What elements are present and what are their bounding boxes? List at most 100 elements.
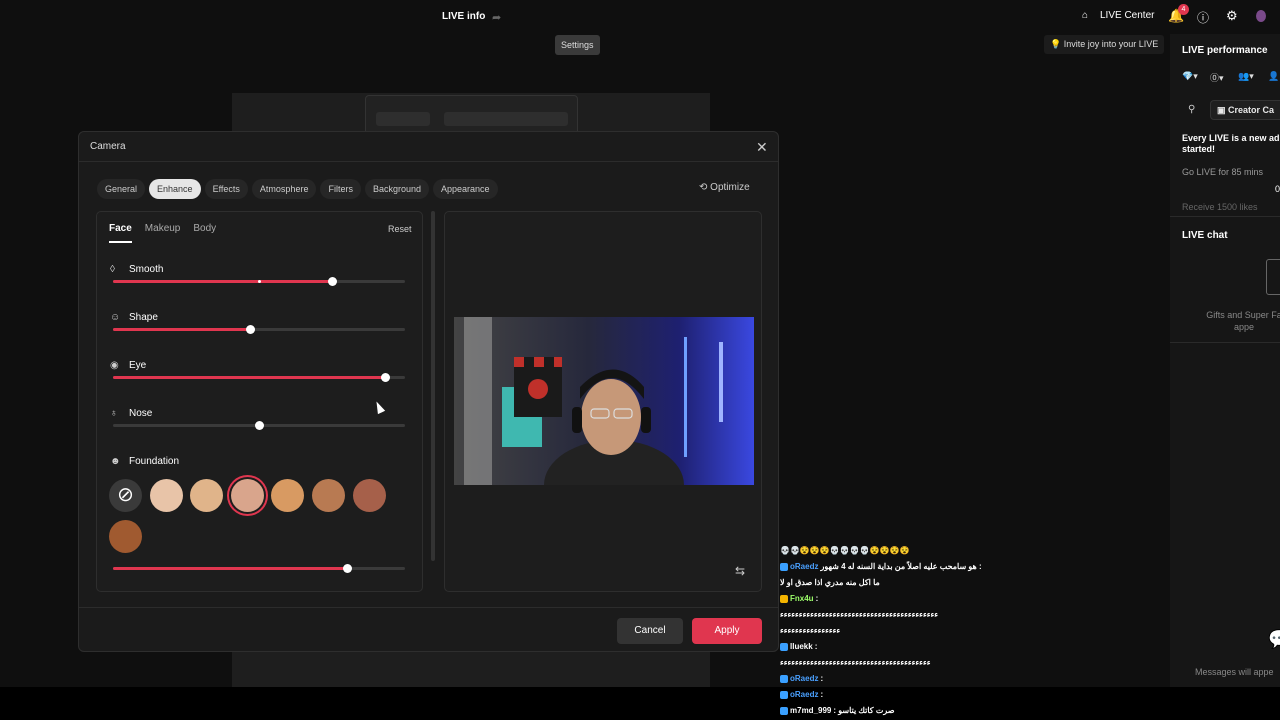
chat-username[interactable]: lluekk xyxy=(790,640,813,654)
viewers-stat-icon[interactable]: 👥▾ xyxy=(1238,71,1254,82)
creator-button[interactable]: ▣ Creator Ca xyxy=(1210,100,1280,120)
smooth-slider[interactable] xyxy=(113,277,405,286)
share-icon[interactable]: ➦ xyxy=(492,11,504,24)
eye-slider[interactable] xyxy=(113,373,405,382)
chat-text: هو سامحب عليه اصلاً من بداية السنه له 4 … xyxy=(820,562,982,571)
optimize-label: Optimize xyxy=(710,182,750,193)
live-center-icon[interactable]: ⌂ xyxy=(1082,10,1088,21)
reset-button[interactable]: Reset xyxy=(388,224,412,234)
chat-username[interactable]: Fnx4u xyxy=(790,592,814,606)
subtab-body[interactable]: Body xyxy=(193,223,216,243)
slider-fill xyxy=(113,280,332,283)
diamond-stat-icon[interactable]: 💎▾ xyxy=(1182,71,1198,82)
param-label: Eye xyxy=(129,360,147,371)
help-icon[interactable]: ⓘ xyxy=(1197,9,1209,26)
tab-enhance[interactable]: Enhance xyxy=(149,179,201,199)
panel-scrollbar[interactable] xyxy=(431,211,435,561)
chat-text: 💀💀😵😵😵💀💀💀💀😵😵😵😵 xyxy=(780,546,910,555)
gifts-empty-text: Gifts and Super Fa appe xyxy=(1206,310,1280,332)
chat-username[interactable]: m7md_999 xyxy=(790,704,831,718)
chat-username[interactable]: oRaedz xyxy=(790,688,818,702)
chat-message: lluekk : xyxy=(780,639,1022,655)
chat-username[interactable]: oRaedz xyxy=(790,560,818,574)
subtab-face[interactable]: Face xyxy=(109,223,132,243)
camera-tabs: General Enhance Effects Atmosphere Filte… xyxy=(97,179,498,199)
avatar[interactable] xyxy=(1256,10,1266,22)
slider-thumb[interactable] xyxy=(380,373,390,382)
chat-message: 💀💀😵😵😵💀💀💀💀😵😵😵😵 xyxy=(780,543,1022,559)
slider-thumb[interactable] xyxy=(328,277,337,286)
go-live-value: 0 xyxy=(1275,184,1280,194)
tab-filters[interactable]: Filters xyxy=(320,179,361,199)
coin-stat-icon[interactable]: ⓪▾ xyxy=(1210,71,1224,84)
live-center-link[interactable]: LIVE Center xyxy=(1100,10,1154,21)
slider-fill xyxy=(113,567,347,570)
cancel-button[interactable]: Cancel xyxy=(617,618,683,644)
gear-icon[interactable]: ⚙ xyxy=(1226,8,1238,24)
chat-message: oRaedz هو سامحب عليه اصلاً من بداية السن… xyxy=(780,559,1022,575)
tab-general[interactable]: General xyxy=(97,179,146,199)
no-foundation-swatch[interactable]: ⊘ xyxy=(109,479,142,512)
nose-icon: ♁ xyxy=(110,408,118,419)
chat-bubble-icon: 💬 xyxy=(1268,629,1280,649)
subtab-makeup[interactable]: Makeup xyxy=(145,223,181,243)
apply-button[interactable]: Apply xyxy=(692,618,762,644)
slider-thumb[interactable] xyxy=(342,564,352,573)
dialog-title: Camera xyxy=(90,141,126,152)
foundation-swatch[interactable] xyxy=(271,479,305,512)
shape-slider[interactable] xyxy=(113,325,405,334)
badge-icon xyxy=(780,643,788,651)
foundation-swatch[interactable] xyxy=(149,479,183,512)
foundation-swatch[interactable] xyxy=(190,479,224,512)
notification-badge: 4 xyxy=(1178,4,1189,15)
flip-camera-icon[interactable]: ⇆ xyxy=(735,564,745,578)
receive-likes-goal: Receive 1500 likes xyxy=(1182,202,1258,212)
tab-appearance[interactable]: Appearance xyxy=(433,179,498,199)
slider-fill xyxy=(113,376,385,379)
chat-message: m7md_999 : صرت كاتك يتاسو xyxy=(780,703,1022,719)
slider-fill xyxy=(113,328,251,331)
slider-default-mark xyxy=(258,280,261,283)
badge-icon xyxy=(780,563,788,571)
chat-message: oRaedz : xyxy=(780,687,1022,703)
chat-message: ﺀﺀﺀﺀﺀﺀﺀﺀﺀﺀﺀﺀﺀﺀﺀﺀﺀﺀﺀﺀﺀﺀﺀﺀﺀﺀﺀﺀﺀﺀﺀﺀﺀﺀﺀﺀﺀﺀﺀﺀ xyxy=(780,655,1022,671)
live-info-title[interactable]: LIVE info xyxy=(442,11,485,22)
tab-effects[interactable]: Effects xyxy=(204,179,248,199)
invite-banner[interactable]: 💡 Invite joy into your LIVE xyxy=(1044,35,1165,54)
optimize-button[interactable]: ⟲ Optimize xyxy=(699,182,750,193)
enhance-subtabs: Face Makeup Body xyxy=(109,223,216,243)
chat-text: ﺀﺀﺀﺀﺀﺀﺀﺀﺀﺀﺀﺀﺀﺀﺀﺀﺀﺀﺀﺀﺀﺀﺀﺀﺀﺀﺀﺀﺀﺀﺀﺀﺀﺀﺀﺀﺀﺀﺀﺀ xyxy=(780,658,931,667)
chat-message: Fnx4u : xyxy=(780,591,1022,607)
followers-stat-icon[interactable]: 👤 xyxy=(1268,71,1279,82)
chat-text: ﺀﺀﺀﺀﺀﺀﺀﺀﺀﺀﺀﺀﺀﺀﺀﺀﺀﺀﺀﺀﺀﺀﺀﺀﺀﺀﺀﺀﺀﺀﺀﺀﺀﺀﺀﺀﺀﺀﺀﺀ… xyxy=(780,610,938,619)
divider xyxy=(1170,342,1280,343)
chat-message: ﺀﺀﺀﺀﺀﺀﺀﺀﺀﺀﺀﺀﺀﺀﺀﺀ xyxy=(780,623,1022,639)
invite-text: Invite joy into your LIVE xyxy=(1063,39,1159,49)
chat-username[interactable]: oRaedz xyxy=(790,672,818,686)
foundation-slider[interactable] xyxy=(113,564,405,573)
param-label: Smooth xyxy=(129,264,164,275)
foundation-swatch[interactable] xyxy=(230,479,264,512)
settings-tooltip: Settings xyxy=(555,35,600,55)
bulb-icon: 💡 xyxy=(1050,39,1062,49)
nose-slider[interactable] xyxy=(113,421,405,430)
slider-thumb[interactable] xyxy=(255,421,264,430)
foundation-swatch[interactable] xyxy=(312,479,345,512)
slider-thumb[interactable] xyxy=(246,325,256,334)
gift-box-icon xyxy=(1266,259,1280,295)
camera-video xyxy=(454,317,754,485)
divider xyxy=(1170,216,1280,217)
close-icon[interactable]: ✕ xyxy=(756,139,768,156)
tab-background[interactable]: Background xyxy=(364,179,429,199)
tab-atmosphere[interactable]: Atmosphere xyxy=(251,179,317,199)
user-add-icon[interactable]: ⚲ xyxy=(1188,104,1195,115)
chat-text: : xyxy=(820,690,824,699)
badge-icon xyxy=(780,595,788,603)
chat-message: ما اكل منه مدري اذا صدق او لا xyxy=(780,575,1022,591)
foundation-swatch[interactable] xyxy=(352,479,386,512)
stage-placeholder-card xyxy=(365,95,578,135)
foundation-swatch[interactable] xyxy=(109,520,142,553)
chat-message: ﺀﺀﺀﺀﺀﺀﺀﺀﺀﺀﺀﺀﺀﺀﺀﺀﺀﺀﺀﺀﺀﺀﺀﺀﺀﺀﺀﺀﺀﺀﺀﺀﺀﺀﺀﺀﺀﺀﺀﺀ… xyxy=(780,607,1022,623)
badge-icon xyxy=(780,691,788,699)
chat-text: ما اكل منه مدري اذا صدق او لا xyxy=(780,578,880,587)
